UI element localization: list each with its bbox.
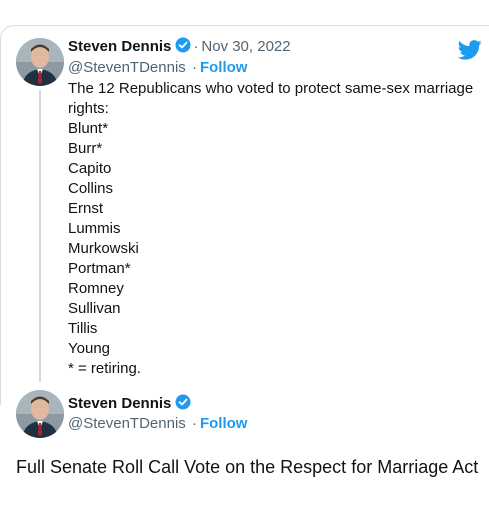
tweet-embed-page: Steven Dennis · Nov 30, 2022 @StevenTDenni… [0,0,489,510]
reply-author-handle[interactable]: @StevenTDennis [68,415,186,432]
thread-connector-line [39,90,41,382]
tweet-header: Steven Dennis · Nov 30, 2022 [68,37,291,57]
reply-follow-button[interactable]: Follow [200,415,248,432]
reply-author-name[interactable]: Steven Dennis [68,395,171,412]
reply-header: Steven Dennis [68,394,191,414]
tweet-text-line: Capito [68,160,112,177]
tweet-body-text: The 12 Republicans who voted to protect … [68,79,478,379]
tweet-text-line: Portman* [68,260,131,277]
tweet-text-line: Tillis [68,320,98,337]
handle-separator: · [191,59,197,76]
tweet-text-line: Burr* [68,140,103,157]
twitter-bird-icon[interactable] [457,40,482,60]
author-handle[interactable]: @StevenTDennis [68,59,186,76]
quoted-link-title[interactable]: Full Senate Roll Call Vote on the Respec… [16,455,482,479]
tweet-text-line: Ernst [68,200,104,217]
reply-handle-row: @StevenTDennis · Follow [68,414,247,434]
tweet-text-line: The 12 Republicans who voted to protect … [68,80,474,97]
tweet-text-line: * = retiring. [68,360,141,377]
tweet-text-line: rights: [68,100,109,117]
author-avatar[interactable] [16,38,64,86]
verified-badge-icon [175,394,191,410]
tweet-text-line: Blunt* [68,120,109,137]
tweet-text-line: Collins [68,180,114,197]
tweet-text-line: Murkowski [68,240,139,257]
tweet-text-line: Sullivan [68,300,121,317]
tweet-date[interactable]: Nov 30, 2022 [201,38,290,55]
tweet-text-line: Lummis [68,220,121,237]
reply-handle-separator: · [191,415,197,432]
follow-button[interactable]: Follow [200,59,248,76]
tweet-text-line: Romney [68,280,124,297]
tweet-text-line: Young [68,340,110,357]
tweet-handle-row: @StevenTDennis · Follow [68,58,247,78]
verified-badge-icon [175,37,191,53]
header-separator: · [193,38,199,55]
reply-author-avatar[interactable] [16,390,64,438]
author-name[interactable]: Steven Dennis [68,38,171,55]
